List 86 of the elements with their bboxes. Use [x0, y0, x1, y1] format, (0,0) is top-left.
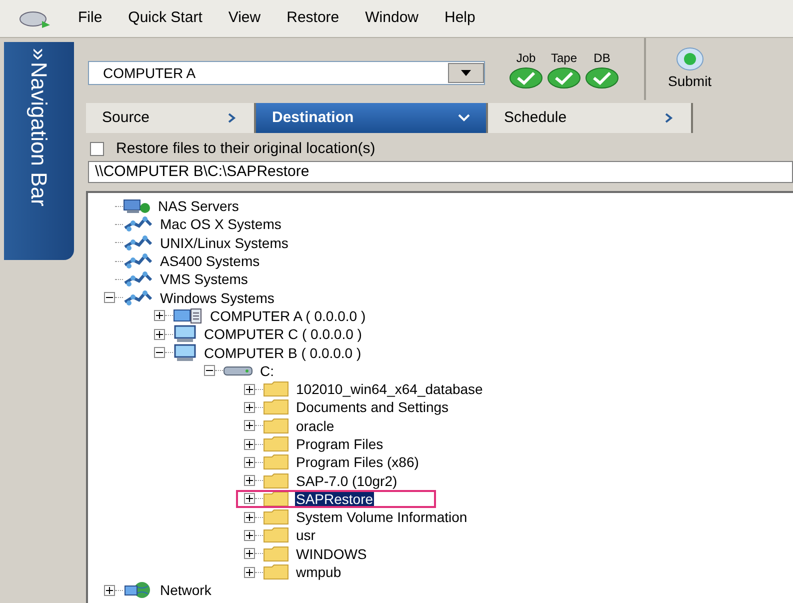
tab[interactable]: Schedule: [488, 103, 693, 133]
drive-icon: [223, 364, 253, 377]
menu-item[interactable]: Window: [365, 7, 418, 30]
globe-icon: [123, 581, 153, 600]
tree-item[interactable]: System Volume Information: [295, 509, 468, 526]
expand-icon[interactable]: [244, 493, 255, 504]
folder-icon: [263, 381, 289, 398]
collapse-icon[interactable]: [104, 292, 115, 304]
tree-item[interactable]: oracle: [295, 418, 336, 434]
folder-icon: [263, 418, 289, 434]
monitor-icon: [173, 344, 197, 362]
folder-icon: [263, 490, 289, 507]
menu-item[interactable]: File: [78, 7, 102, 30]
folder-icon: [263, 527, 289, 544]
status-label: DB: [594, 50, 610, 67]
chevron-right-icon: [226, 113, 238, 123]
path-field[interactable]: \\COMPUTER B\C:\SAPRestore: [88, 161, 793, 183]
tree-item[interactable]: Windows Systems: [159, 290, 276, 306]
tree-item[interactable]: Program Files (x86): [295, 454, 420, 470]
tab[interactable]: Source: [86, 103, 256, 133]
tree-item[interactable]: VMS Systems: [159, 271, 249, 288]
menu-item[interactable]: View: [228, 7, 261, 30]
tab[interactable]: Destination: [256, 103, 488, 133]
server-icon: [173, 308, 203, 324]
folder-icon: [263, 454, 289, 470]
tree-item[interactable]: wmpub: [295, 564, 342, 580]
expand-icon[interactable]: [244, 566, 255, 578]
network-group-icon: [123, 253, 153, 270]
navigation-bar-label: Navigation Bar: [26, 62, 52, 207]
tree-item[interactable]: Network: [159, 582, 212, 598]
expand-icon[interactable]: [154, 328, 165, 340]
folder-icon: [263, 399, 289, 416]
network-group-icon: [123, 290, 153, 306]
tree-item[interactable]: UNIX/Linux Systems: [159, 234, 290, 251]
tree-item[interactable]: WINDOWS: [295, 546, 368, 562]
expand-icon[interactable]: [244, 475, 255, 486]
tree-item[interactable]: Program Files: [295, 436, 384, 452]
expand-icon[interactable]: [104, 584, 115, 596]
menu-item[interactable]: Help: [444, 7, 476, 30]
tree-item[interactable]: Documents and Settings: [295, 399, 450, 416]
expand-icon[interactable]: [244, 384, 255, 395]
submit-button[interactable]: Submit: [668, 46, 712, 92]
expand-icon[interactable]: [244, 530, 255, 541]
chevron-down-icon: [458, 113, 470, 123]
folder-icon: [263, 472, 289, 489]
expand-icon[interactable]: [154, 310, 165, 322]
expand-icon[interactable]: [244, 548, 255, 560]
app-icon: [18, 8, 52, 28]
folder-icon: [263, 564, 289, 580]
collapse-icon[interactable]: [204, 365, 215, 376]
network-group-icon: [123, 271, 153, 288]
tree-item[interactable]: 102010_win64_x64_database: [295, 381, 484, 398]
expand-icon[interactable]: [244, 438, 255, 450]
combo-value: COMPUTER A: [102, 64, 196, 82]
checkbox[interactable]: [90, 142, 104, 156]
menu-item[interactable]: Restore: [286, 7, 340, 30]
tree-item[interactable]: COMPUTER B ( 0.0.0.0 ): [203, 344, 362, 361]
folder-icon: [263, 546, 289, 562]
tree-item[interactable]: C:: [259, 362, 275, 379]
tree-item[interactable]: Mac OS X Systems: [159, 216, 282, 232]
checkbox-label: Restore files to their original location(s): [116, 138, 376, 159]
network-group-icon: [123, 216, 153, 232]
expand-icon[interactable]: [244, 420, 255, 432]
submit-icon: [676, 46, 704, 70]
nas-server-icon: [123, 198, 151, 214]
menu-item[interactable]: Quick Start: [128, 7, 202, 30]
expand-arrow[interactable]: »: [28, 48, 50, 60]
folder-icon: [263, 509, 289, 526]
tree-item[interactable]: COMPUTER A ( 0.0.0.0 ): [209, 308, 367, 324]
tree-item[interactable]: NAS Servers: [157, 198, 240, 214]
tree-item[interactable]: AS400 Systems: [159, 253, 261, 270]
expand-icon[interactable]: [244, 512, 255, 523]
expand-icon[interactable]: [244, 402, 255, 413]
tree-item[interactable]: usr: [295, 527, 316, 544]
collapse-icon[interactable]: [154, 347, 165, 358]
chevron-right-icon: [663, 113, 675, 123]
server-combo[interactable]: COMPUTER A: [88, 61, 485, 85]
tree-item[interactable]: COMPUTER C ( 0.0.0.0 ): [203, 326, 363, 342]
network-group-icon: [123, 234, 153, 251]
expand-icon[interactable]: [244, 456, 255, 468]
status-label: Tape: [550, 50, 578, 67]
navigation-bar[interactable]: »Navigation Bar: [4, 42, 74, 260]
monitor-icon: [173, 325, 197, 344]
tree-item[interactable]: SAP-7.0 (10gr2): [295, 472, 398, 489]
status-label: Job: [516, 50, 536, 67]
folder-icon: [263, 436, 289, 452]
